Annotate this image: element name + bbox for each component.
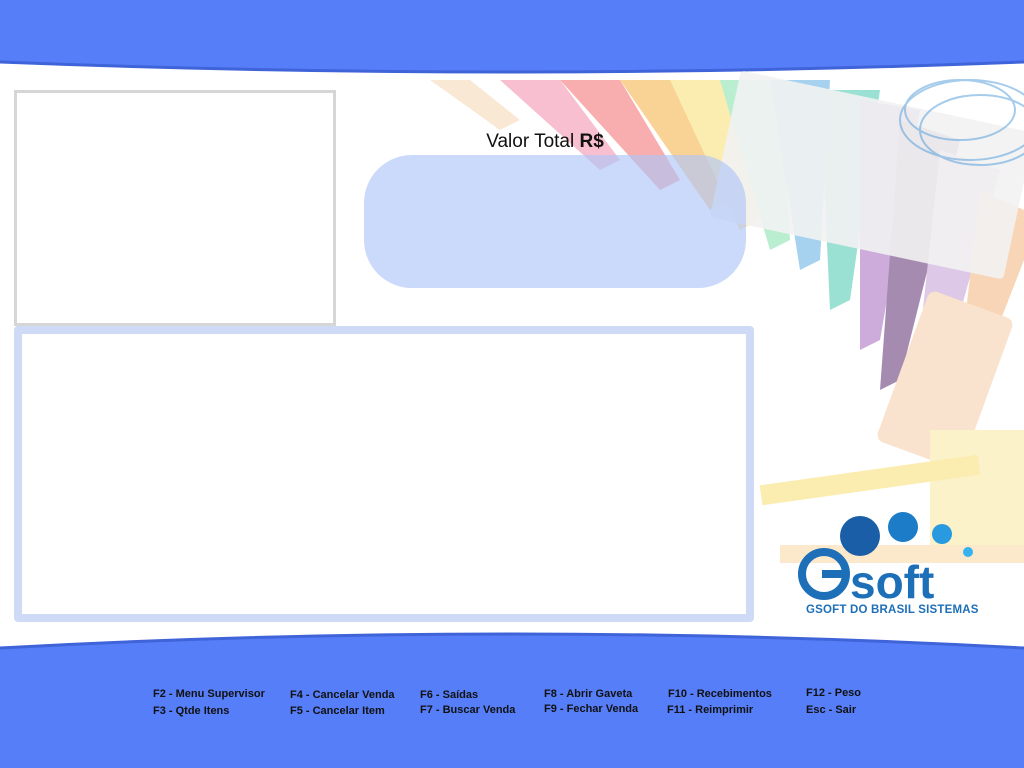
items-list[interactable] (22, 334, 746, 614)
shortcut-f12-peso[interactable]: F12 - Peso (806, 687, 861, 699)
total-currency: R$ (579, 131, 604, 152)
shortcut-f3-qtde-itens[interactable]: F3 - Qtde Itens (153, 705, 229, 717)
items-panel (14, 326, 754, 622)
shortcut-f5-cancelar-item[interactable]: F5 - Cancelar Item (290, 705, 385, 717)
shortcut-f7-buscar-venda[interactable]: F7 - Buscar Venda (420, 704, 515, 716)
shortcut-f6-saidas[interactable]: F6 - Saídas (420, 689, 478, 701)
product-image-panel (14, 90, 336, 326)
total-label: Valor Total R$ (440, 131, 650, 153)
shortcut-f9-fechar-venda[interactable]: F9 - Fechar Venda (544, 703, 638, 715)
shortcut-esc-sair[interactable]: Esc - Sair (806, 704, 856, 716)
shortcut-f2-menu-supervisor[interactable]: F2 - Menu Supervisor (153, 688, 265, 700)
shortcut-f8-abrir-gaveta[interactable]: F8 - Abrir Gaveta (544, 688, 632, 700)
shortcut-f10-recebimentos[interactable]: F10 - Recebimentos (668, 688, 772, 700)
logo-subtitle: GSOFT DO BRASIL SISTEMAS (806, 604, 979, 616)
total-value-display (364, 155, 746, 288)
shortcut-f11-reimprimir[interactable]: F11 - Reimprimir (667, 704, 753, 716)
total-label-text: Valor Total (486, 131, 575, 152)
shortcut-f4-cancelar-venda[interactable]: F4 - Cancelar Venda (290, 689, 395, 701)
logo-brand-text: soft (850, 556, 934, 608)
